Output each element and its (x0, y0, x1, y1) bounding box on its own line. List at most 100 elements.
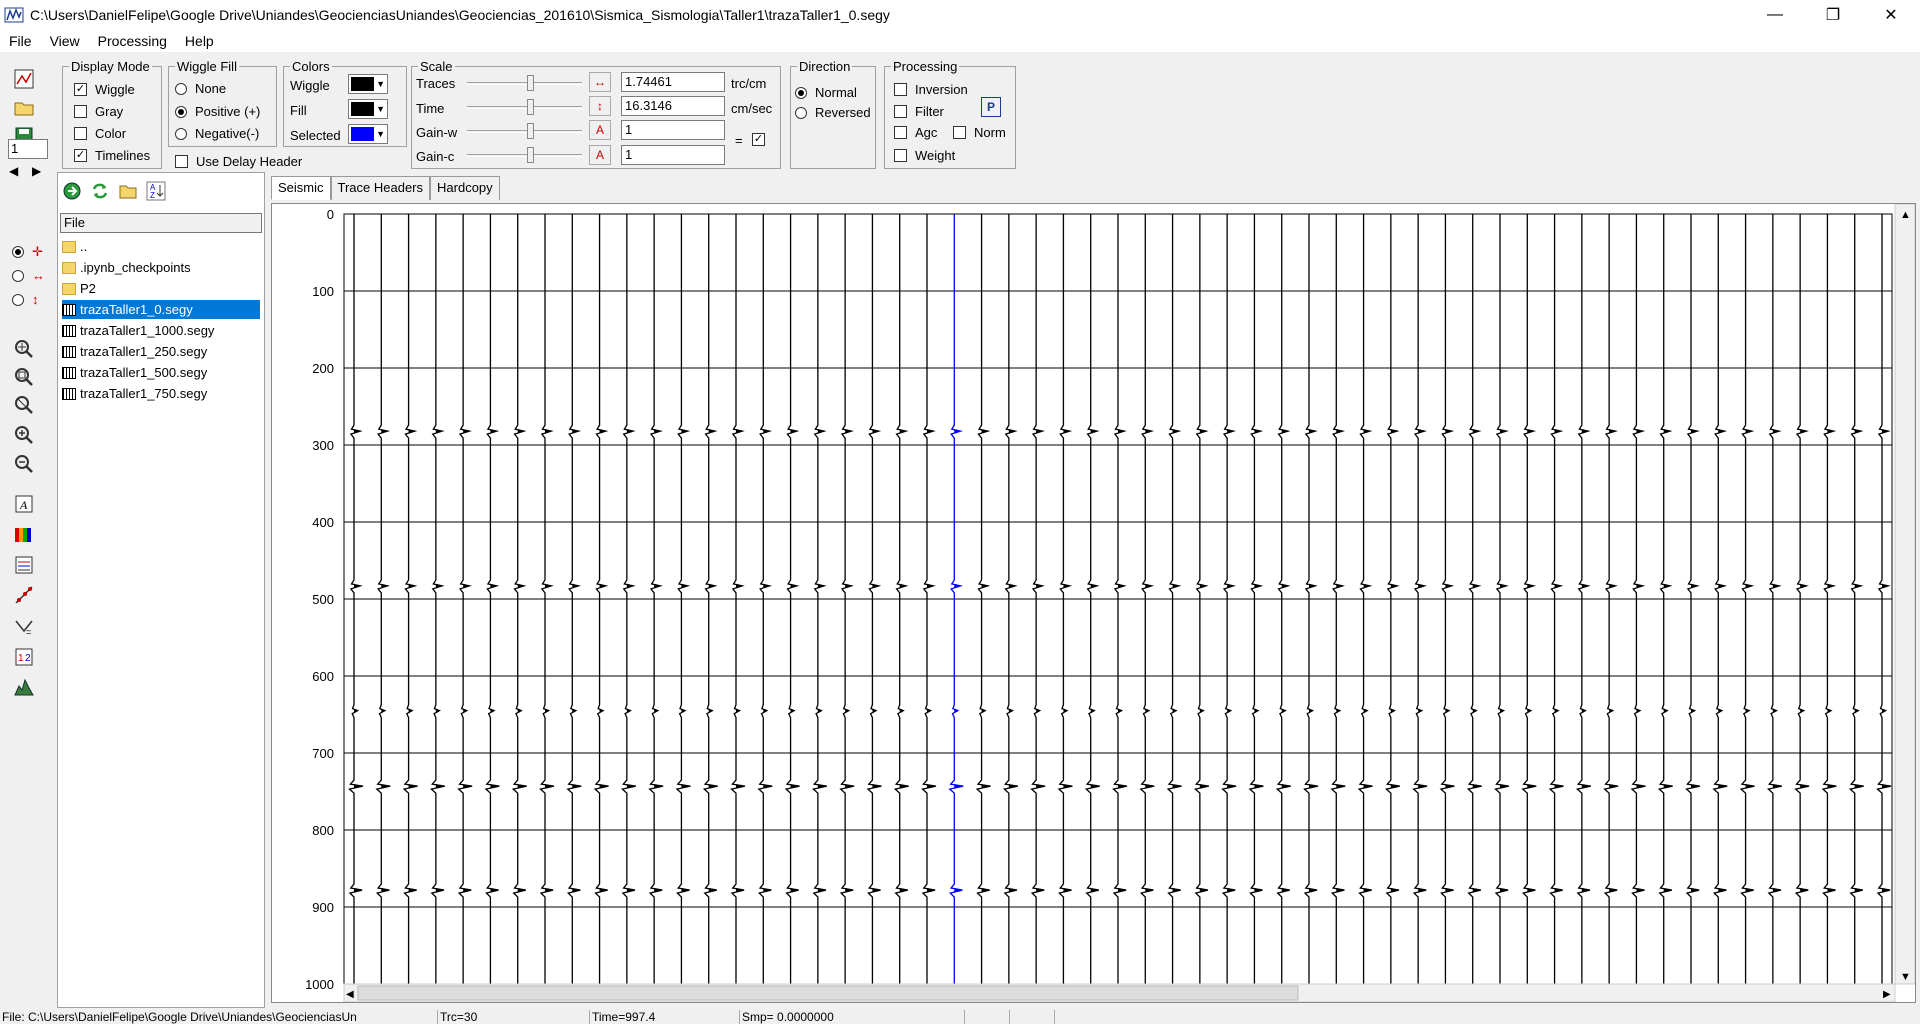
colors-legend: Colors (292, 59, 330, 74)
traces-input[interactable]: 1.74461 (621, 72, 725, 92)
gain-c-icon[interactable]: A (589, 145, 611, 165)
gain-w-input[interactable]: 1 (621, 120, 725, 140)
file-item[interactable]: trazaTaller1_0.segy (62, 300, 260, 319)
slider-thumb[interactable] (527, 123, 534, 139)
file-item-label: trazaTaller1_1000.segy (80, 323, 215, 338)
weight-checkbox[interactable]: Weight (894, 148, 955, 163)
mode-horizontal-radio[interactable]: ↔ (12, 268, 45, 283)
file-column-header[interactable]: File (60, 213, 262, 233)
horizontal-scroll-thumb[interactable] (357, 985, 1299, 1001)
filter-params-button[interactable]: P (981, 97, 1001, 117)
file-item[interactable]: P2 (62, 279, 260, 298)
svg-text:2: 2 (25, 653, 31, 664)
timelines-checkbox[interactable]: ✓ Timelines (74, 148, 150, 163)
mode-vertical-radio[interactable]: ↕ (12, 292, 39, 307)
gray-checkbox[interactable]: Gray (74, 104, 123, 119)
menu-processing[interactable]: Processing (89, 33, 176, 49)
slider-thumb[interactable] (527, 147, 534, 163)
use-delay-header-checkbox[interactable]: Use Delay Header (175, 154, 302, 169)
timelines-check: ✓ (74, 149, 87, 162)
title-bar: C:\Users\DanielFelipe\Google Drive\Unian… (0, 0, 1920, 30)
time-tick-label: 700 (312, 746, 334, 761)
norm-checkbox[interactable]: Norm (953, 125, 1006, 140)
menu-file[interactable]: File (0, 33, 41, 49)
tab-trace-headers[interactable]: Trace Headers (330, 176, 431, 200)
zoom-area-icon[interactable] (12, 337, 36, 361)
numbering-icon[interactable]: 12 (12, 645, 36, 669)
file-item[interactable]: .ipynb_checkpoints (62, 258, 260, 277)
slider-thumb[interactable] (527, 99, 534, 115)
color-scale-icon[interactable] (12, 523, 36, 547)
file-item[interactable]: .. (62, 237, 260, 256)
minimize-button[interactable]: — (1746, 0, 1804, 30)
scroll-up-icon[interactable]: ▲ (1900, 209, 1911, 221)
folder-icon[interactable] (118, 181, 138, 204)
velocity-filter-icon[interactable]: = (12, 615, 36, 639)
prev-arrow-icon[interactable]: ◀ (9, 164, 18, 178)
selected-color-select[interactable]: ▼ (348, 124, 388, 144)
open-folder-icon[interactable] (12, 96, 36, 120)
mode-cross-radio[interactable]: ✛ (12, 244, 43, 260)
tab-seismic[interactable]: Seismic (271, 176, 331, 200)
selected-color-label: Selected (290, 128, 341, 143)
file-item[interactable]: trazaTaller1_1000.segy (62, 321, 260, 340)
header-plot-icon[interactable] (12, 553, 36, 577)
gain-w-icon[interactable]: A (589, 120, 611, 140)
menu-help[interactable]: Help (176, 33, 223, 49)
scroll-down-icon[interactable]: ▼ (1900, 971, 1911, 983)
time-slider[interactable] (467, 97, 582, 117)
next-arrow-icon[interactable]: ▶ (32, 164, 41, 178)
wiggle-color-select[interactable]: ▼ (348, 74, 388, 94)
fill-none-radio[interactable]: None (175, 81, 226, 96)
sort-icon[interactable]: AZ (146, 181, 166, 204)
tab-hardcopy[interactable]: Hardcopy (430, 176, 500, 200)
fill-negative-radio[interactable]: Negative(-) (175, 126, 259, 141)
refresh-icon[interactable] (90, 181, 110, 204)
go-icon[interactable] (62, 181, 82, 204)
window-title: C:\Users\DanielFelipe\Google Drive\Unian… (30, 7, 890, 23)
pick-icon[interactable] (12, 583, 36, 607)
scale-legend: Scale (420, 59, 453, 74)
direction-reversed-radio[interactable]: Reversed (795, 105, 871, 120)
folder-icon (62, 282, 76, 295)
menu-view[interactable]: View (41, 33, 89, 49)
zoom-window-icon[interactable] (12, 365, 36, 389)
agc-checkbox[interactable]: Agc (894, 125, 937, 140)
gain-c-slider[interactable] (467, 145, 582, 165)
direction-normal-radio[interactable]: Normal (795, 85, 857, 100)
filter-checkbox[interactable]: Filter (894, 104, 944, 119)
scroll-left-icon[interactable]: ◀ (346, 989, 354, 1000)
spectrum-icon[interactable] (12, 675, 36, 699)
file-item[interactable]: trazaTaller1_500.segy (62, 363, 260, 382)
vertical-scrollbar[interactable] (1894, 203, 1916, 985)
fill-color-select[interactable]: ▼ (348, 99, 388, 119)
gain-link-checkbox[interactable]: ✓ (752, 133, 773, 146)
horizontal-arrows-icon[interactable]: ↔ (589, 72, 611, 92)
fill-positive-label: Positive (+) (195, 104, 261, 119)
annotation-icon[interactable]: A (12, 492, 36, 516)
vertical-arrows-icon[interactable]: ↕ (589, 96, 611, 116)
timelines-label: Timelines (95, 148, 151, 163)
traces-slider[interactable] (467, 73, 582, 93)
inversion-checkbox[interactable]: Inversion (894, 82, 968, 97)
gain-c-input[interactable]: 1 (621, 145, 725, 165)
seismic-plot-area[interactable]: 0 100 200 300 400 500 600 700 800 900 1000 ▲ ▼ ◀ ▶ (271, 203, 1916, 1003)
slider-thumb[interactable] (527, 75, 534, 91)
zoom-in-icon[interactable] (12, 423, 36, 447)
color-checkbox[interactable]: Color (74, 126, 126, 141)
maximize-button[interactable]: ❐ (1804, 0, 1862, 30)
zoom-out-icon[interactable] (12, 452, 36, 476)
status-time: Time=997.4 (590, 1010, 740, 1024)
file-item[interactable]: trazaTaller1_250.segy (62, 342, 260, 361)
scroll-right-icon[interactable]: ▶ (1883, 989, 1891, 1000)
wiggle-checkbox[interactable]: ✓ Wiggle (74, 82, 135, 97)
trace-number-input[interactable]: 1 (8, 139, 48, 159)
fill-positive-radio[interactable]: Positive (+) (175, 104, 260, 119)
close-button[interactable]: ✕ (1862, 0, 1920, 30)
gain-w-slider[interactable] (467, 121, 582, 141)
seismic-view-icon[interactable] (12, 67, 36, 91)
zoom-reset-icon[interactable] (12, 393, 36, 417)
file-item[interactable]: trazaTaller1_750.segy (62, 384, 260, 403)
time-input[interactable]: 16.3146 (621, 96, 725, 116)
seismic-wiggle-plot[interactable]: 0 100 200 300 400 500 600 700 800 900 1000 ▲ ▼ ◀ ▶ (272, 203, 1916, 1003)
